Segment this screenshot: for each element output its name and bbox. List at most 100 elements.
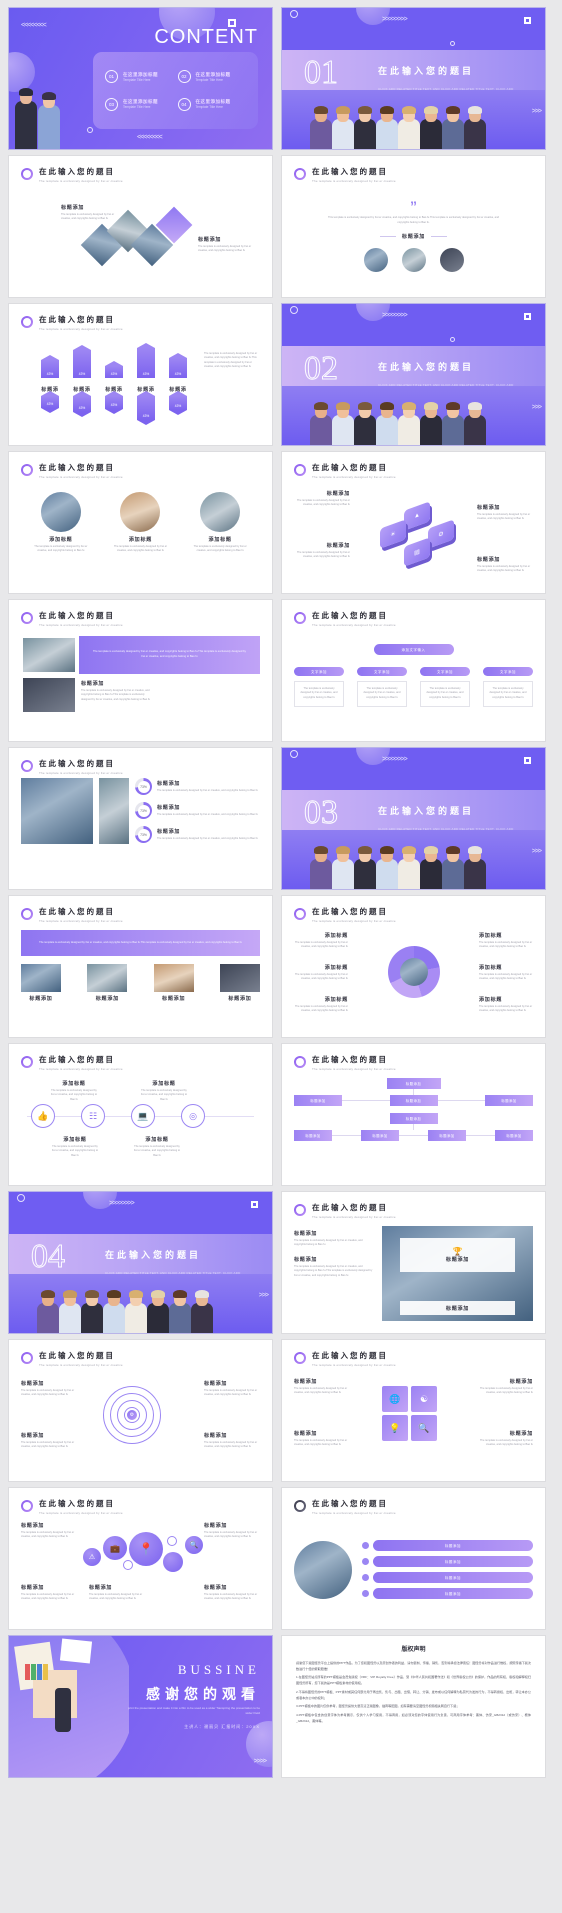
photo-tile[interactable] bbox=[99, 778, 129, 844]
org-node[interactable]: 标题添加 bbox=[389, 1113, 438, 1124]
pill-item[interactable]: 标题添加 bbox=[373, 1588, 533, 1599]
arrow-bar[interactable]: 43% bbox=[73, 345, 91, 378]
tab-card[interactable]: The template is exclusively designed by … bbox=[483, 681, 533, 707]
photo-tile[interactable] bbox=[87, 964, 128, 992]
org-node[interactable]: 标题添加 bbox=[389, 1095, 438, 1106]
photo-circle[interactable] bbox=[439, 248, 464, 273]
photo-circle[interactable] bbox=[120, 492, 161, 532]
cube-right[interactable]: ⚙ bbox=[428, 519, 454, 549]
org-node[interactable]: 标题添加 bbox=[294, 1095, 342, 1106]
briefcase-icon[interactable]: 💼 bbox=[103, 1536, 127, 1560]
gear-icon[interactable]: ⚠ bbox=[83, 1548, 101, 1566]
slide-concentric[interactable]: 在此输入您的题目 The template is exclusively des… bbox=[8, 1339, 273, 1482]
photo-circle[interactable] bbox=[363, 248, 388, 273]
arrow-bar[interactable]: 43% bbox=[105, 361, 123, 378]
photo-tile[interactable] bbox=[21, 778, 93, 844]
slide-circular-hub[interactable]: 在此输入您的题目 The template is exclusively des… bbox=[281, 895, 546, 1038]
primary-button[interactable]: 添加文字输入 bbox=[373, 644, 454, 655]
chart-icon[interactable]: ☷ bbox=[81, 1104, 105, 1128]
donut-hub[interactable] bbox=[388, 946, 440, 998]
pill-row[interactable]: 标题添加 bbox=[362, 1540, 533, 1551]
arrow-bar[interactable]: 43% bbox=[169, 353, 187, 378]
arrow-bar[interactable]: 43% bbox=[137, 391, 155, 425]
tab-button[interactable]: 文字添加 bbox=[483, 667, 533, 676]
slide-cover[interactable]: <<<<<<<< <<<<<<<< CONTENT 01 在这里添加标题 Tem… bbox=[8, 7, 273, 150]
photo-tile[interactable] bbox=[21, 964, 61, 992]
arrow-bar[interactable]: 43% bbox=[41, 391, 59, 413]
slide-isometric-cubes[interactable]: 在此输入您的题目 The template is exclusively des… bbox=[281, 451, 546, 594]
photo-item[interactable]: 标题添加 bbox=[21, 964, 61, 1002]
tab-button[interactable]: 文字添加 bbox=[420, 667, 470, 676]
arrow-bar[interactable]: 43% bbox=[73, 391, 91, 417]
hub-photo[interactable] bbox=[400, 958, 428, 986]
slide-quote[interactable]: 在此输入您的题目 The template is exclusively des… bbox=[281, 155, 546, 298]
org-node[interactable]: 标题添加 bbox=[485, 1095, 533, 1106]
location-pin-icon[interactable]: 📍 bbox=[129, 1532, 163, 1566]
monitor-icon[interactable]: 💻 bbox=[131, 1104, 155, 1128]
pill-row[interactable]: 标题添加 bbox=[362, 1588, 533, 1599]
slide-section-03[interactable]: >>>>>>>> 03 在此输入您的题目 CLICK ADD RELATED T… bbox=[281, 747, 546, 890]
slide-thanks[interactable]: BUSSINE 感谢您的观看 print the presentation an… bbox=[8, 1635, 273, 1778]
slide-icon-quad[interactable]: 在此输入您的题目 The template is exclusively des… bbox=[281, 1339, 546, 1482]
pill-item[interactable]: 标题添加 bbox=[373, 1572, 533, 1583]
cube-bottom[interactable]: ▤ bbox=[404, 537, 430, 567]
slide-diamond-photos[interactable]: 在此输入您的题目 The template is exclusively des… bbox=[8, 155, 273, 298]
slide-tab-cards[interactable]: 在此输入您的题目 The template is exclusively des… bbox=[281, 599, 546, 742]
slide-banner-text[interactable]: 在此输入您的题目 The template is exclusively des… bbox=[8, 599, 273, 742]
slide-three-circles[interactable]: 在此输入您的题目 The template is exclusively des… bbox=[8, 451, 273, 594]
arrow-bar[interactable]: 43% bbox=[41, 355, 59, 378]
content-item[interactable]: 04 在这里添加标题 Template Title Here bbox=[177, 94, 247, 116]
pill-item[interactable]: 标题添加 bbox=[373, 1540, 533, 1551]
photo-circle[interactable] bbox=[294, 1540, 352, 1599]
search-icon[interactable]: 🔍 bbox=[185, 1536, 203, 1554]
photo-tile[interactable] bbox=[23, 638, 75, 672]
slide-photo-stats[interactable]: 在此输入您的题目 The template is exclusively des… bbox=[8, 747, 273, 890]
lightbulb-icon[interactable]: 💡 bbox=[382, 1415, 408, 1441]
slide-text-photo[interactable]: 在此输入您的题目 The template is exclusively des… bbox=[281, 1191, 546, 1334]
tab-card[interactable]: The template is exclusively designed by … bbox=[420, 681, 470, 707]
slide-gears[interactable]: 在此输入您的题目 The template is exclusively des… bbox=[8, 1487, 273, 1630]
feature-item[interactable]: 添加标题 The template is exclusively designe… bbox=[109, 492, 171, 585]
gear-icon[interactable] bbox=[163, 1552, 183, 1572]
org-node[interactable]: 标题添加 bbox=[361, 1130, 399, 1141]
slide-icon-timeline[interactable]: 在此输入您的题目 The template is exclusively des… bbox=[8, 1043, 273, 1186]
photo-item[interactable]: 标题添加 bbox=[87, 964, 128, 1002]
arrow-bar[interactable]: 43% bbox=[169, 391, 187, 415]
slide-section-01[interactable]: >>>>>>>> 01 在此输入您的题目 CLICK ADD RELATED T… bbox=[281, 7, 546, 150]
slide-section-02[interactable]: >>>>>>>> 02 在此输入您的题目 CLICK ADD RELATED T… bbox=[281, 303, 546, 446]
slide-org-chart[interactable]: 在此输入您的题目 The template is exclusively des… bbox=[281, 1043, 546, 1186]
content-item[interactable]: 02 在这里添加标题 Template Title Here bbox=[177, 66, 247, 88]
photo-tile[interactable] bbox=[219, 964, 260, 992]
target-icon[interactable]: ◎ bbox=[181, 1104, 205, 1128]
org-node[interactable]: 标题添加 bbox=[386, 1078, 441, 1089]
arrow-bar[interactable]: 43% bbox=[105, 391, 123, 414]
pill-item[interactable]: 标题添加 bbox=[373, 1556, 533, 1567]
org-node[interactable]: 标题添加 bbox=[495, 1130, 533, 1141]
tab-button[interactable]: 文字添加 bbox=[357, 667, 407, 676]
photo-item[interactable]: 标题添加 bbox=[219, 964, 260, 1002]
arrow-bar[interactable]: 43% bbox=[137, 343, 155, 378]
pill-row[interactable]: 标题添加 bbox=[362, 1556, 533, 1567]
content-item[interactable]: 03 在这里添加标题 Template Title Here bbox=[105, 94, 174, 116]
feature-item[interactable]: 添加标题 The template is exclusively designe… bbox=[189, 492, 251, 585]
photo-item[interactable]: 标题添加 bbox=[153, 964, 194, 1002]
org-node[interactable]: 标题添加 bbox=[428, 1130, 466, 1141]
photo-circle[interactable] bbox=[200, 492, 241, 532]
photo-circle[interactable] bbox=[40, 492, 81, 532]
handshake-icon[interactable]: ☯ bbox=[411, 1386, 437, 1412]
photo-circle[interactable] bbox=[401, 248, 426, 273]
tab-card[interactable]: The template is exclusively designed by … bbox=[357, 681, 407, 707]
slide-photo-pills[interactable]: 在此输入您的题目 The template is exclusively des… bbox=[281, 1487, 546, 1630]
photo-tile[interactable] bbox=[23, 678, 75, 712]
feature-item[interactable]: 添加标题 The template is exclusively designe… bbox=[30, 492, 92, 585]
cube-left[interactable]: ☀ bbox=[380, 519, 406, 549]
cube-top[interactable]: ▲ bbox=[404, 501, 430, 531]
photo-tile[interactable] bbox=[153, 964, 194, 992]
slide-four-photos[interactable]: 在此输入您的题目 The template is exclusively des… bbox=[8, 895, 273, 1038]
global-icon[interactable]: 🌐 bbox=[382, 1386, 408, 1412]
org-node[interactable]: 标题添加 bbox=[294, 1130, 332, 1141]
slide-arrow-chart[interactable]: 在此输入您的题目 The template is exclusively des… bbox=[8, 303, 273, 446]
slide-copyright[interactable]: 版权声明 感谢您下载图怪兽平台上提供的PPT作品，为了您和图怪兽以及原创作者的利… bbox=[281, 1635, 546, 1778]
slide-section-04[interactable]: >>>>>>>> 04 在此输入您的题目 CLICK ADD RELATED T… bbox=[8, 1191, 273, 1334]
content-item[interactable]: 01 在这里添加标题 Template Title Here bbox=[105, 66, 174, 88]
